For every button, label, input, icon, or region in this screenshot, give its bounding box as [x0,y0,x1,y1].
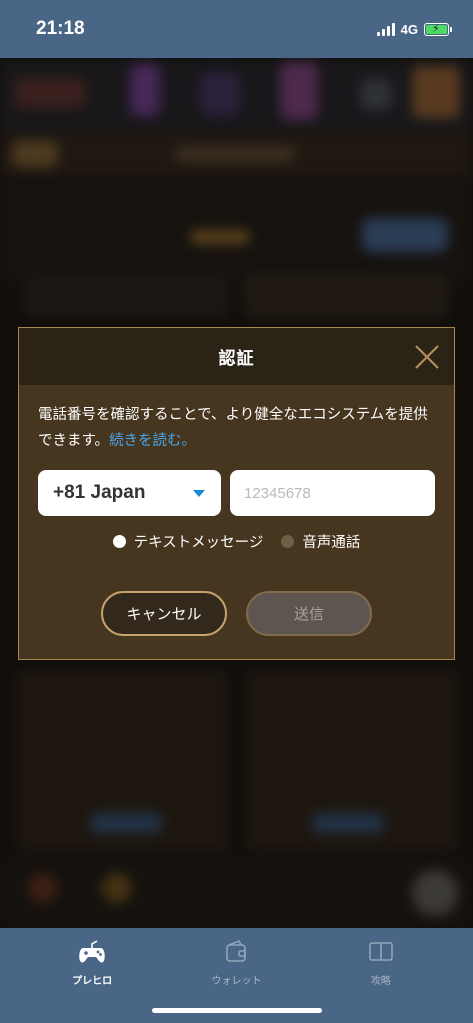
radio-selected-icon [112,535,126,548]
battery-icon: ⚡ [424,22,452,36]
send-button[interactable]: 送信 [246,591,372,636]
phone-number-input[interactable] [230,470,435,516]
tab-label: ウォレット [211,976,262,987]
tab-play[interactable]: プレヒロ [42,938,142,1023]
dialog-title: 認証 [218,349,255,369]
wallet-icon [226,939,247,962]
tab-label: 攻略 [370,976,391,987]
chevron-down-icon [193,489,205,497]
country-code-value: +81 Japan [53,482,146,503]
tab-guide[interactable]: 攻略 [331,938,431,1023]
dialog-description: 電話番号を確認することで、より健全なエコシステムを提供できます。続きを読む。 [38,402,438,454]
verification-dialog: 認証 電話番号を確認することで、より健全なエコシステムを提供できます。続きを読む… [18,327,455,660]
country-code-select[interactable]: +81 Japan [38,470,221,516]
read-more-link[interactable]: 続きを読む。 [109,433,196,449]
status-indicators: 4G ⚡ [376,21,452,37]
verification-method-group: テキストメッセージ 音声通話 [38,531,435,552]
dialog-body: 電話番号を確認することで、より健全なエコシステムを提供できます。続きを読む。 +… [19,385,454,636]
network-type: 4G [400,21,418,37]
dialog-header: 認証 [19,328,454,385]
phone-row: +81 Japan [38,470,435,516]
close-icon[interactable] [414,344,440,370]
status-bar: 21:18 4G ⚡ [0,0,473,58]
radio-voice-call[interactable]: 音声通話 [281,531,360,552]
cancel-button[interactable]: キャンセル [101,591,227,636]
radio-label: テキストメッセージ [133,535,264,551]
radio-label: 音声通話 [302,535,361,551]
signal-icon [376,22,395,36]
status-time: 21:18 [36,18,85,39]
book-icon [369,942,393,961]
description-text: 電話番号を確認することで、より健全なエコシステムを提供できます。 [38,407,428,449]
gamepad-icon [79,940,105,963]
dialog-actions: キャンセル 送信 [38,591,435,636]
home-indicator [152,1008,322,1013]
radio-text-message[interactable]: テキストメッセージ [112,531,264,552]
radio-unselected-icon [281,535,295,548]
tab-label: プレヒロ [72,976,113,987]
